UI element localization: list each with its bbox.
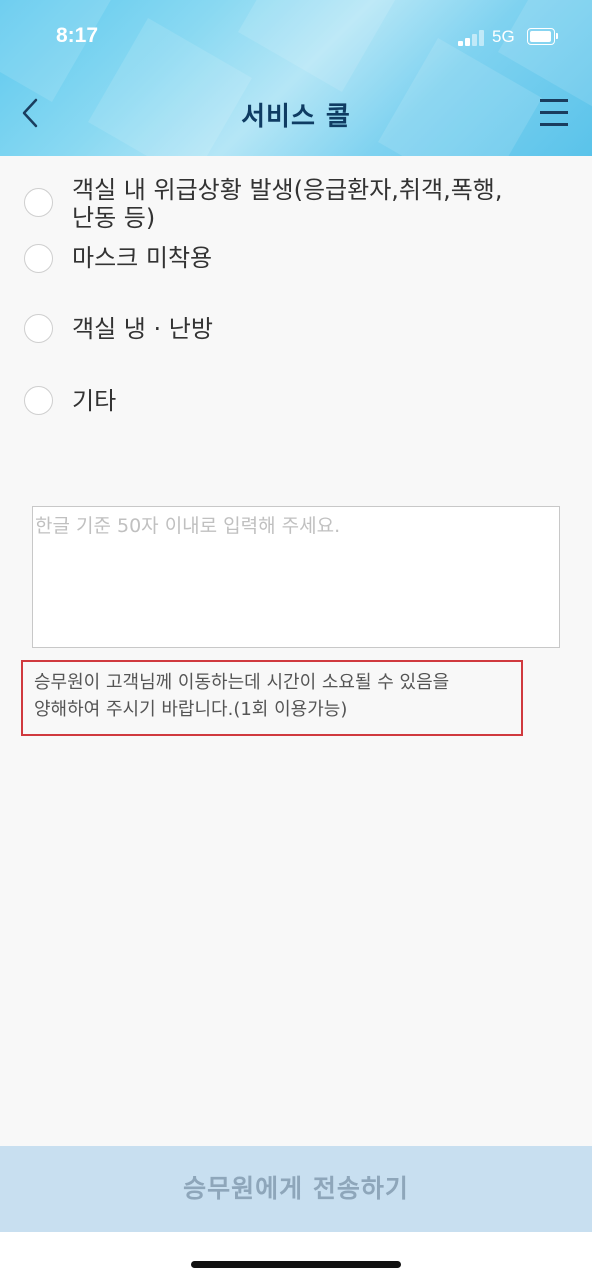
radio-button[interactable] — [24, 188, 53, 217]
page-title: 서비스 콜 — [241, 102, 351, 132]
notice-box: 승무원이 고객님께 이동하는데 시간이 소요될 수 있음을 양해하여 주시기 바… — [21, 660, 523, 736]
notice-text: 승무원이 고객님께 이동하는데 시간이 소요될 수 있음을 양해하여 주시기 바… — [34, 672, 450, 720]
status-time: 8:17 — [56, 24, 99, 47]
hamburger-menu-icon — [540, 99, 568, 102]
nav-bar: 서비스 콜 — [0, 80, 592, 156]
signal-icon — [458, 30, 486, 46]
network-type: 5G — [492, 27, 515, 46]
option-label: 객실 내 위급상황 발생(응급환자,취객,폭행, 난동 등) — [72, 176, 503, 232]
radio-button[interactable] — [24, 244, 53, 273]
home-indicator[interactable] — [191, 1261, 401, 1268]
header: 8:17 5G 서비스 콜 — [0, 0, 592, 156]
home-area — [0, 1232, 592, 1280]
submit-button[interactable]: 승무원에게 전송하기 — [0, 1146, 592, 1232]
radio-button[interactable] — [24, 386, 53, 415]
battery-icon — [527, 28, 558, 45]
option-label: 객실 냉 · 난방 — [72, 315, 213, 343]
menu-button[interactable] — [538, 96, 572, 128]
option-label: 마스크 미착용 — [72, 244, 213, 272]
option-label: 기타 — [72, 387, 117, 415]
message-input[interactable] — [32, 506, 560, 648]
radio-button[interactable] — [24, 314, 53, 343]
status-bar: 8:17 5G — [0, 0, 592, 80]
